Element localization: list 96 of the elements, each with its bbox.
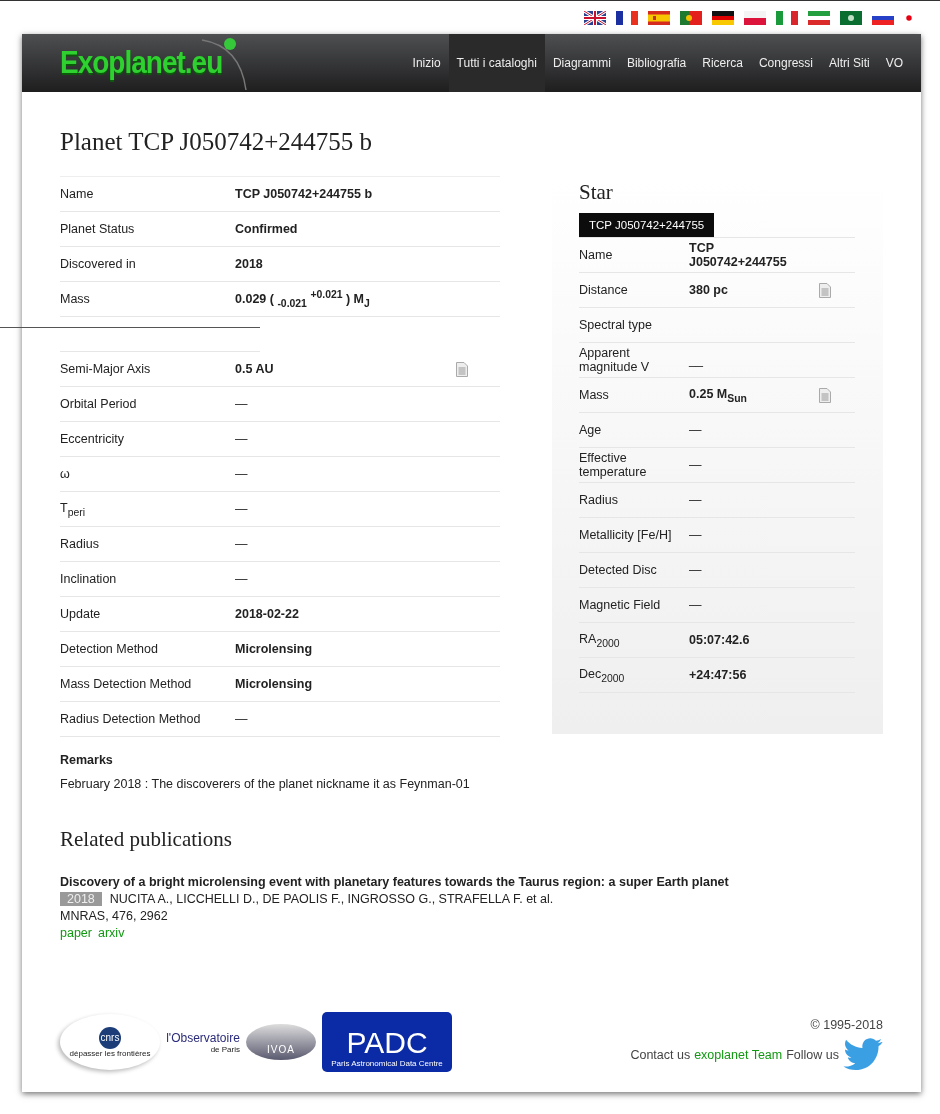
year-badge: 2018 bbox=[60, 892, 102, 906]
field-label: Mass bbox=[579, 388, 610, 402]
field-value: 2018-02-22 bbox=[235, 607, 299, 621]
page-title: Planet TCP J050742+244755 b bbox=[60, 128, 374, 156]
field-value: __ bbox=[689, 353, 703, 367]
field-label: Radius Detection Method bbox=[60, 712, 202, 726]
field-value: — bbox=[235, 572, 248, 586]
publication-journal: MNRAS, 476, 2962 bbox=[60, 908, 169, 925]
field-value: 380 pc bbox=[689, 283, 728, 297]
logo-text: IVOA bbox=[267, 1043, 295, 1055]
field-label: Mass Detection Method bbox=[60, 677, 193, 691]
field-value: 05:07:42.6 bbox=[689, 633, 750, 647]
field-label: Distance bbox=[579, 283, 629, 297]
section-heading: Related publications bbox=[60, 827, 234, 852]
field-value: — bbox=[689, 563, 702, 577]
field-value: — bbox=[689, 528, 702, 542]
field-label: Discovered in bbox=[60, 257, 137, 271]
site-logo[interactable]: Exoplanet.eu bbox=[60, 44, 223, 82]
flag-icon[interactable] bbox=[840, 10, 862, 25]
field-label: Name bbox=[579, 248, 614, 262]
field-label: Orbital Period bbox=[60, 397, 138, 411]
flag-icon[interactable] bbox=[616, 10, 638, 25]
field-label: Apparent magnitude V bbox=[579, 346, 651, 374]
field-label: ω bbox=[60, 467, 71, 481]
partner-logo[interactable]: cnrs dépasser les frontières bbox=[60, 1014, 160, 1070]
nav-link[interactable]: Diagrammi bbox=[544, 34, 619, 92]
flag-icon[interactable] bbox=[584, 10, 606, 25]
logo-text: Paris Astronomical Data Centre bbox=[330, 1058, 444, 1068]
publication-link[interactable]: arxiv bbox=[98, 925, 125, 942]
field-label: Detected Disc bbox=[579, 563, 658, 577]
logo-text: l'Observatoire bbox=[166, 1030, 240, 1045]
flag-icon[interactable] bbox=[712, 10, 734, 25]
remarks-heading: Remarks bbox=[60, 753, 114, 767]
field-label: Mass bbox=[60, 292, 91, 306]
team-link[interactable]: exoplanet Team bbox=[694, 1048, 783, 1062]
partner-logo[interactable]: l'Observatoire de Paris bbox=[166, 1022, 240, 1062]
field-label: Planet Status bbox=[60, 222, 136, 236]
field-value: — bbox=[689, 493, 702, 507]
field-label: RA$_{2000}$ bbox=[579, 631, 621, 649]
nav-link[interactable]: Altri Siti bbox=[821, 34, 878, 92]
field-label: Magnetic Field bbox=[579, 598, 662, 612]
field-value: — bbox=[235, 432, 248, 446]
contact-link[interactable]: Contact us bbox=[630, 1048, 691, 1062]
field-value: — bbox=[235, 467, 248, 481]
field-value: 0.25 M$_{Sun}$ bbox=[689, 386, 747, 404]
star-tab[interactable]: TCP J050742+244755 bbox=[579, 213, 715, 237]
field-label: Metallicity [Fe/H] bbox=[579, 528, 673, 542]
logo-text: de Paris bbox=[210, 1044, 240, 1054]
field-value: Microlensing bbox=[235, 642, 313, 656]
field-value: — bbox=[235, 537, 248, 551]
logo-text: dépasser les frontières bbox=[69, 1048, 151, 1058]
bird-icon[interactable] bbox=[843, 1038, 883, 1072]
field-value: — bbox=[689, 423, 702, 437]
publication-authors: NUCITA A., LICCHELLI D., DE PAOLIS F., INGROSSO G., STRAFELLA F. et al. bbox=[109, 892, 554, 906]
field-value: — bbox=[689, 598, 702, 612]
partner-logo[interactable]: PADC Paris Astronomical Data Centre bbox=[322, 1012, 452, 1072]
field-label: Update bbox=[60, 607, 102, 621]
field-value: TCP J050742+244755 bbox=[689, 241, 788, 269]
field-value: 0.5 AU bbox=[235, 362, 274, 376]
nav-link[interactable]: Bibliografia bbox=[618, 34, 695, 92]
nav-link[interactable]: Ricerca bbox=[694, 34, 751, 92]
remarks-text: February 2018 : The discoverers of the planet nickname it as Feynman-01 bbox=[60, 777, 471, 791]
logo-text: PADC bbox=[346, 1026, 428, 1059]
field-label: Name bbox=[60, 187, 95, 201]
follow-text: Follow us bbox=[786, 1048, 839, 1062]
field-value: Confirmed bbox=[235, 222, 298, 236]
field-label: Semi-Major Axis bbox=[60, 362, 152, 376]
partner-logo[interactable]: IVOA bbox=[246, 1024, 316, 1060]
field-value: 0.029 ( $_{-0.021}$ $^{+0.021}$ ) M$_{J}$ bbox=[235, 289, 370, 309]
field-label: Detection Method bbox=[60, 642, 159, 656]
publication-link[interactable]: paper bbox=[60, 925, 92, 942]
copyright-text: © 1995-2018 bbox=[809, 1018, 883, 1032]
field-label: Spectral type bbox=[579, 318, 653, 332]
field-value: +24:47:56 bbox=[689, 668, 747, 682]
field-label: Age bbox=[579, 423, 603, 437]
field-value: — bbox=[235, 502, 248, 516]
nav-link[interactable]: Inizio bbox=[404, 34, 449, 92]
field-value: TCP J050742+244755 b bbox=[235, 187, 373, 201]
field-label: Eccentricity bbox=[60, 432, 125, 446]
section-heading: Star bbox=[579, 180, 614, 205]
logo-text: cnrs bbox=[99, 1026, 121, 1049]
field-label: Dec$_{2000}$ bbox=[579, 666, 626, 684]
field-value: — bbox=[235, 712, 248, 726]
field-label: Inclination bbox=[60, 572, 118, 586]
field-value: 2018 bbox=[235, 257, 263, 271]
field-value: Microlensing bbox=[235, 677, 313, 691]
field-label: Radius bbox=[579, 493, 619, 507]
nav-link[interactable]: Tutti i cataloghi bbox=[448, 34, 545, 92]
field-label: T$_{peri}$ bbox=[60, 500, 86, 518]
nav-link[interactable]: VO bbox=[877, 34, 911, 92]
publication-title: Discovery of a bright microlensing event with planetary features towards the Taurus region: a super Earth planet bbox=[60, 874, 730, 891]
field-value: — bbox=[235, 397, 248, 411]
field-value: — bbox=[689, 458, 702, 472]
field-label: Effective temperature bbox=[579, 451, 648, 479]
field-label: Radius bbox=[60, 537, 100, 551]
nav-link[interactable]: Congressi bbox=[750, 34, 821, 92]
